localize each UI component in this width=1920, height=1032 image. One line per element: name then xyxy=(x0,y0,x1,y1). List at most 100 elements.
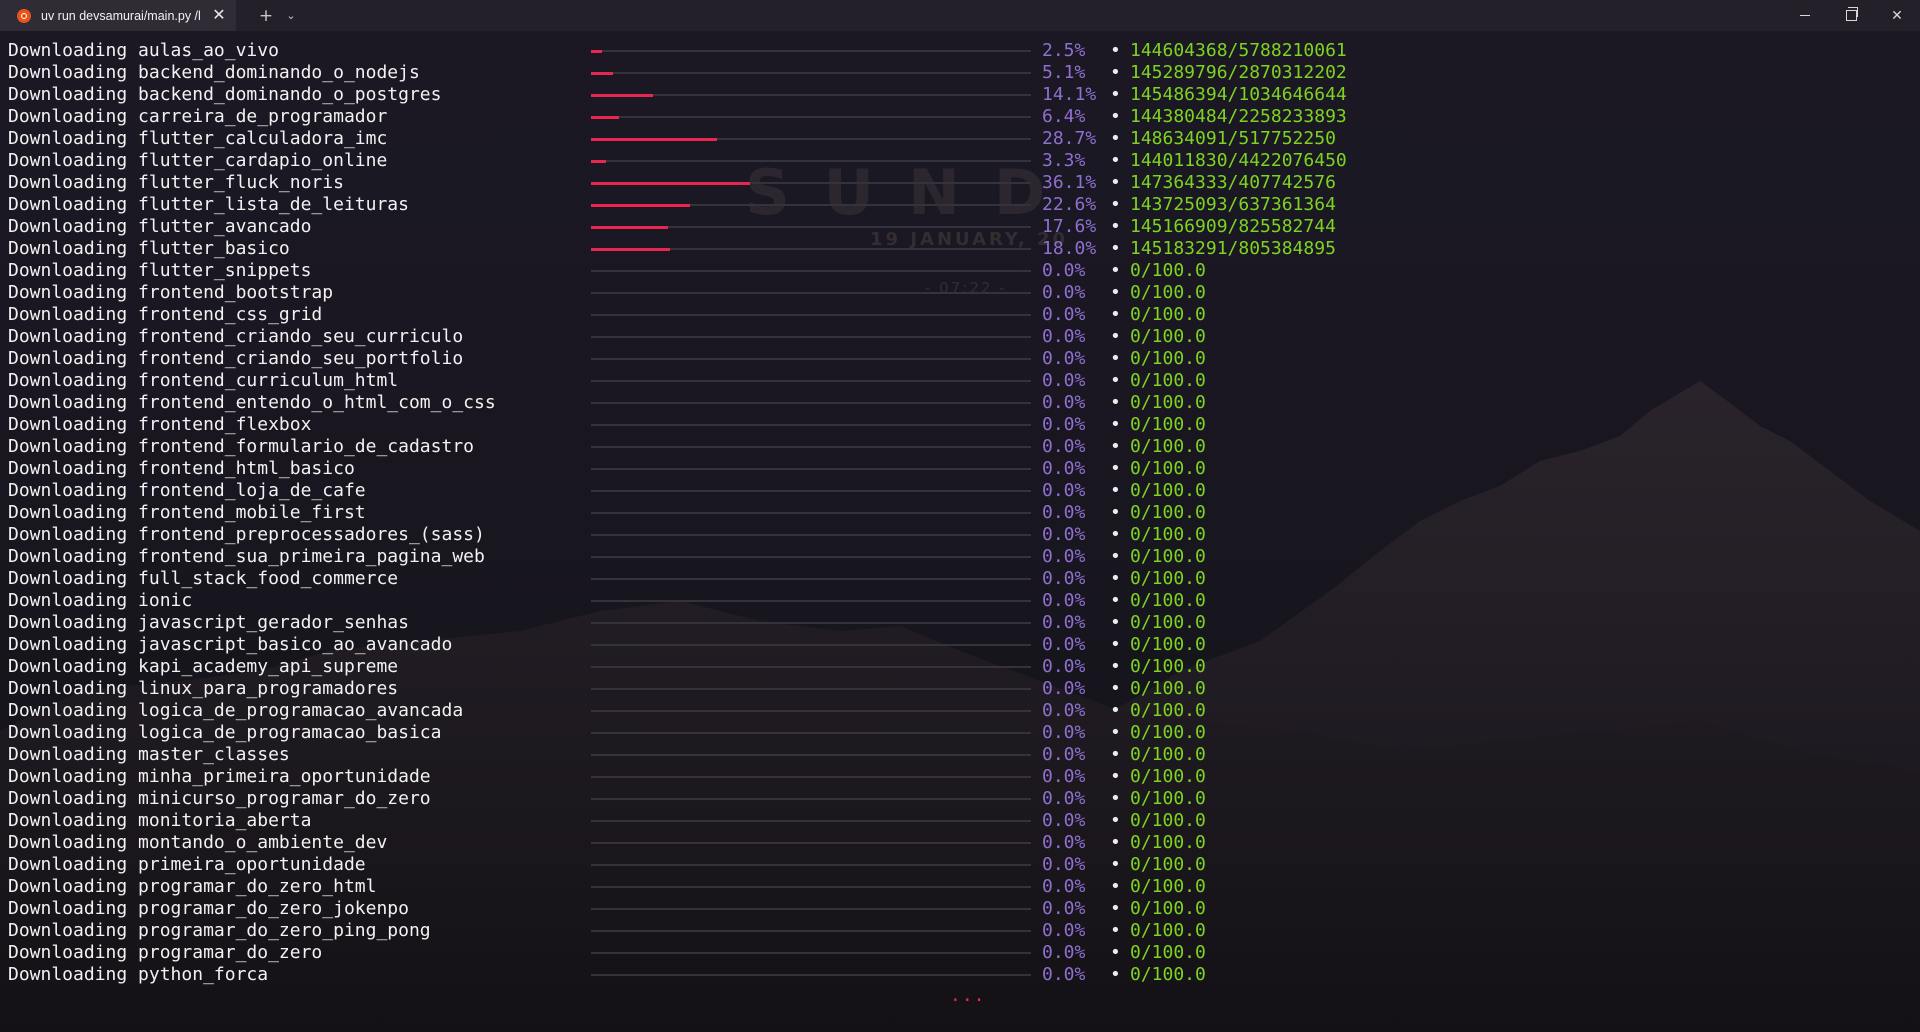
byte-count: 0/100.0 xyxy=(1130,370,1206,391)
progress-bar xyxy=(591,490,1031,492)
separator-dot: • xyxy=(1110,40,1121,61)
download-label: Downloading logica_de_programacao_avanca… xyxy=(8,700,464,721)
progress-row: Downloading aulas_ao_vivo 2.5% • 144604368/… xyxy=(0,40,1920,62)
byte-count: 145486394/1034646644 xyxy=(1130,84,1347,105)
separator-dot: • xyxy=(1110,150,1121,171)
byte-count: 0/100.0 xyxy=(1130,458,1206,479)
restore-icon xyxy=(1845,7,1858,21)
progress-bar xyxy=(591,798,1031,800)
download-label: Downloading frontend_curriculum_html xyxy=(8,370,399,391)
separator-dot: • xyxy=(1110,502,1121,523)
progress-row: Downloading carreira_de_programador 6.4% •… xyxy=(0,106,1920,128)
progress-bar xyxy=(591,534,1031,536)
download-label: Downloading master_classes xyxy=(8,744,290,765)
progress-percent: 0.0% xyxy=(1042,634,1086,655)
download-label: Downloading frontend_formulario_de_cadas… xyxy=(8,436,474,457)
close-window-button[interactable]: ✕ xyxy=(1874,0,1920,31)
separator-dot: • xyxy=(1110,942,1121,963)
progress-percent: 0.0% xyxy=(1042,282,1086,303)
byte-count: 0/100.0 xyxy=(1130,722,1206,743)
download-label: Downloading logica_de_programacao_basica xyxy=(8,722,442,743)
progress-bar xyxy=(591,710,1031,712)
progress-bar xyxy=(591,137,1031,141)
progress-percent: 0.0% xyxy=(1042,348,1086,369)
download-label: Downloading programar_do_zero xyxy=(8,942,323,963)
progress-percent: 0.0% xyxy=(1042,480,1086,501)
new-tab-button[interactable]: + xyxy=(252,0,280,31)
progress-percent: 0.0% xyxy=(1042,612,1086,633)
progress-percent: 0.0% xyxy=(1042,656,1086,677)
separator-dot: • xyxy=(1110,414,1121,435)
progress-row: Downloading flutter_cardapio_online 3.3% •… xyxy=(0,150,1920,172)
progress-row: Downloading linux_para_programadores 0.0%… xyxy=(0,678,1920,700)
separator-dot: • xyxy=(1110,810,1121,831)
more-indicator: ... xyxy=(950,985,986,1006)
progress-bar xyxy=(591,688,1031,690)
minimize-button[interactable] xyxy=(1782,0,1828,31)
separator-dot: • xyxy=(1110,656,1121,677)
byte-count: 0/100.0 xyxy=(1130,810,1206,831)
progress-bar xyxy=(591,908,1031,910)
tab-close-icon[interactable]: ✕ xyxy=(210,6,228,24)
progress-percent: 0.0% xyxy=(1042,568,1086,589)
progress-bar xyxy=(591,952,1031,954)
progress-percent: 17.6% xyxy=(1042,216,1097,237)
terminal-window: SUND 19 JANUARY, 20 - 07:22 - uv run dev… xyxy=(0,0,1920,1032)
progress-percent: 36.1% xyxy=(1042,172,1097,193)
tab-title: uv run devsamurai/main.py /l xyxy=(41,8,201,23)
download-label: Downloading frontend_css_grid xyxy=(8,304,323,325)
progress-row: Downloading programar_do_zero_jokenpo 0.0… xyxy=(0,898,1920,920)
progress-bar-fill xyxy=(591,247,670,251)
download-label: Downloading flutter_snippets xyxy=(8,260,312,281)
progress-bar xyxy=(591,336,1031,338)
byte-count: 144011830/4422076450 xyxy=(1130,150,1347,171)
download-label: Downloading python_forca xyxy=(8,964,269,985)
progress-row: Downloading full_stack_food_commerce 0.0%… xyxy=(0,568,1920,590)
terminal-tab[interactable]: uv run devsamurai/main.py /l ✕ xyxy=(0,0,236,31)
byte-count: 0/100.0 xyxy=(1130,678,1206,699)
terminal-output[interactable]: Downloading aulas_ao_vivo 2.5% • 144604368/… xyxy=(0,31,1920,1032)
download-label: Downloading flutter_calculadora_imc xyxy=(8,128,388,149)
progress-percent: 0.0% xyxy=(1042,502,1086,523)
progress-percent: 0.0% xyxy=(1042,700,1086,721)
progress-row: Downloading logica_de_programacao_avanca… xyxy=(0,700,1920,722)
byte-count: 0/100.0 xyxy=(1130,920,1206,941)
byte-count: 147364333/407742576 xyxy=(1130,172,1336,193)
progress-bar xyxy=(591,71,1031,75)
byte-count: 0/100.0 xyxy=(1130,524,1206,545)
progress-row: Downloading frontend_mobile_first 0.0% • 0/… xyxy=(0,502,1920,524)
progress-row: Downloading montando_o_ambiente_dev 0.0% •… xyxy=(0,832,1920,854)
progress-bar xyxy=(591,203,1031,207)
progress-bar xyxy=(591,578,1031,580)
tab-dropdown-chevron-icon[interactable]: ⌄ xyxy=(280,0,302,31)
progress-bar-fill xyxy=(591,225,668,229)
separator-dot: • xyxy=(1110,722,1121,743)
progress-bar-fill xyxy=(591,49,602,53)
progress-percent: 0.0% xyxy=(1042,678,1086,699)
separator-dot: • xyxy=(1110,480,1121,501)
progress-bar-fill xyxy=(591,203,690,207)
download-label: Downloading flutter_cardapio_online xyxy=(8,150,388,171)
separator-dot: • xyxy=(1110,876,1121,897)
progress-percent: 0.0% xyxy=(1042,414,1086,435)
ubuntu-icon xyxy=(17,8,31,23)
byte-count: 0/100.0 xyxy=(1130,612,1206,633)
progress-bar xyxy=(591,446,1031,448)
progress-bar xyxy=(591,115,1031,119)
separator-dot: • xyxy=(1110,84,1121,105)
download-label: Downloading frontend_loja_de_cafe xyxy=(8,480,366,501)
byte-count: 0/100.0 xyxy=(1130,502,1206,523)
progress-percent: 22.6% xyxy=(1042,194,1097,215)
byte-count: 0/100.0 xyxy=(1130,392,1206,413)
download-label: Downloading linux_para_programadores xyxy=(8,678,399,699)
byte-count: 0/100.0 xyxy=(1130,656,1206,677)
progress-bar-fill xyxy=(591,181,750,185)
progress-bar-fill xyxy=(591,137,717,141)
progress-percent: 0.0% xyxy=(1042,788,1086,809)
progress-bar xyxy=(591,181,1031,185)
restore-button[interactable] xyxy=(1828,0,1874,31)
download-label: Downloading frontend_entendo_o_html_com_… xyxy=(8,392,496,413)
progress-bar xyxy=(591,666,1031,668)
download-label: Downloading carreira_de_programador xyxy=(8,106,388,127)
progress-bar xyxy=(591,732,1031,734)
